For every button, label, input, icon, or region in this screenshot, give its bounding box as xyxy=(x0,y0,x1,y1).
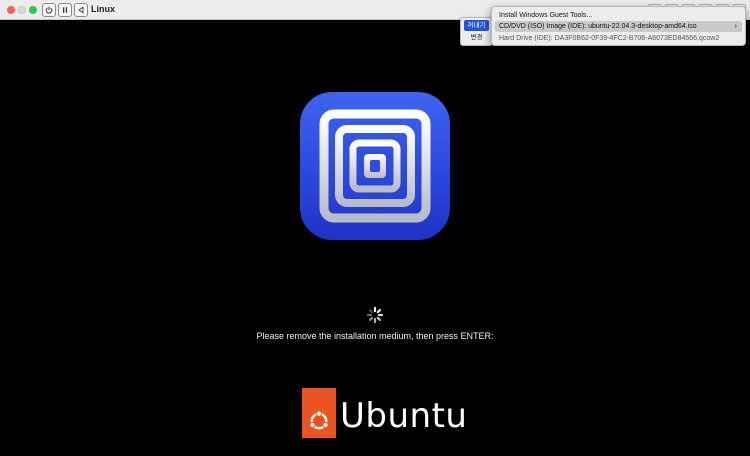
close-window-button[interactable] xyxy=(7,6,15,14)
triangle-left-icon xyxy=(78,6,84,14)
boot-message: Please remove the installation medium, t… xyxy=(256,331,494,341)
menu-item-label: Install Windows Guest Tools... xyxy=(499,12,593,19)
drives-menu: Install Windows Guest Tools... CD/DVD (I… xyxy=(491,6,746,46)
menu-item-label: Hard Drive (IDE): DA3F0B62-0F39-4FC2-B70… xyxy=(499,35,720,42)
utm-logo xyxy=(300,92,450,240)
chevron-right-icon: › xyxy=(734,23,737,30)
eject-menu-item[interactable]: 꺼내기 xyxy=(464,20,489,31)
maximize-window-button[interactable] xyxy=(29,6,37,14)
nested-squares-icon xyxy=(319,109,431,223)
pause-icon xyxy=(63,7,68,13)
drive-submenu: 꺼내기 변경 xyxy=(460,17,493,46)
ubuntu-logo xyxy=(302,388,336,438)
power-button[interactable] xyxy=(42,3,56,17)
install-guest-tools-menu-item[interactable]: Install Windows Guest Tools... xyxy=(495,10,742,21)
pause-button[interactable] xyxy=(58,3,72,17)
loading-spinner-icon xyxy=(366,306,384,324)
ubuntu-wordmark: Ubuntu xyxy=(340,396,468,436)
cd-dvd-image-menu-item[interactable]: CD/DVD (ISO) Image (IDE): ubuntu-22.04.3… xyxy=(495,21,742,32)
hard-drive-menu-item[interactable]: Hard Drive (IDE): DA3F0B62-0F39-4FC2-B70… xyxy=(495,33,742,44)
send-key-button[interactable] xyxy=(74,3,88,17)
power-icon xyxy=(45,6,53,14)
window-title: Linux xyxy=(91,4,115,14)
menu-item-label: CD/DVD (ISO) Image (IDE): ubuntu-22.04.3… xyxy=(499,23,697,30)
circle-of-friends-icon xyxy=(309,410,329,430)
minimize-window-button[interactable] xyxy=(18,6,26,14)
change-menu-item[interactable]: 변경 xyxy=(464,32,489,43)
